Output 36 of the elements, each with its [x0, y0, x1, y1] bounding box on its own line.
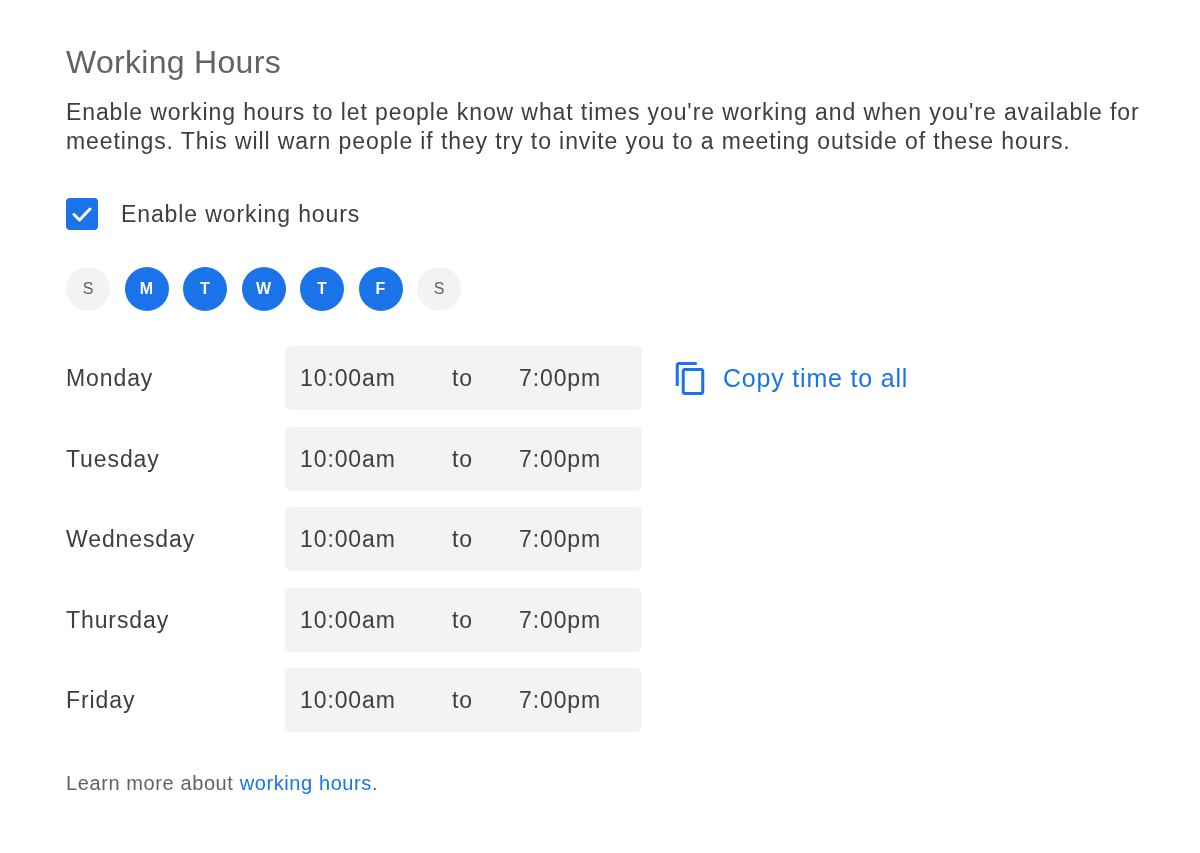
to-label: to	[452, 364, 473, 392]
start-time-field[interactable]: 10:00am	[300, 686, 396, 714]
day-toggle[interactable]: S	[417, 267, 461, 311]
end-time-field[interactable]: 7:00pm	[519, 605, 602, 634]
day-toggle[interactable]: T	[300, 267, 344, 311]
day-toggle[interactable]: T	[183, 267, 227, 311]
working-hours-link[interactable]: working hours	[239, 772, 372, 794]
end-time-field[interactable]: 7:00pm	[519, 364, 602, 392]
to-label: to	[452, 686, 473, 714]
start-time-field[interactable]: 10:00am	[300, 444, 396, 473]
day-label: Monday	[66, 364, 155, 392]
start-time-field[interactable]: 10:00am	[300, 525, 396, 553]
start-time-field[interactable]: 10:00am	[300, 364, 396, 392]
day-toggle[interactable]: S	[66, 267, 110, 311]
to-label: to	[452, 605, 473, 634]
day-toggle[interactable]: M	[124, 267, 169, 311]
day-label: Friday	[66, 686, 137, 714]
to-label: to	[452, 525, 473, 553]
description-text: Enable working hours to let people know what times you're working and when you're available for meetings. This will warn people if they try to invite you to a meeting outside of these hours.	[66, 98, 1141, 156]
checkmark-icon	[72, 206, 92, 222]
day-toggle[interactable]: W	[241, 267, 286, 311]
to-label: to	[452, 444, 473, 473]
copy-icon	[675, 361, 705, 395]
day-label: Thursday	[66, 605, 171, 634]
page-title: Working Hours	[66, 43, 281, 82]
checkbox-label[interactable]: Enable working hours	[121, 200, 361, 228]
start-time-field[interactable]: 10:00am	[300, 605, 396, 634]
copy-time-button[interactable]: Copy time to all	[675, 361, 909, 395]
end-time-field[interactable]: 7:00pm	[519, 686, 602, 714]
end-time-field[interactable]: 7:00pm	[519, 444, 602, 473]
enable-checkbox[interactable]	[66, 198, 98, 230]
day-label: Wednesday	[66, 525, 197, 553]
day-label: Tuesday	[66, 444, 161, 473]
learn-more-text: Learn more about working hours.	[66, 771, 379, 795]
day-toggle[interactable]: F	[358, 267, 403, 311]
end-time-field[interactable]: 7:00pm	[519, 525, 602, 553]
